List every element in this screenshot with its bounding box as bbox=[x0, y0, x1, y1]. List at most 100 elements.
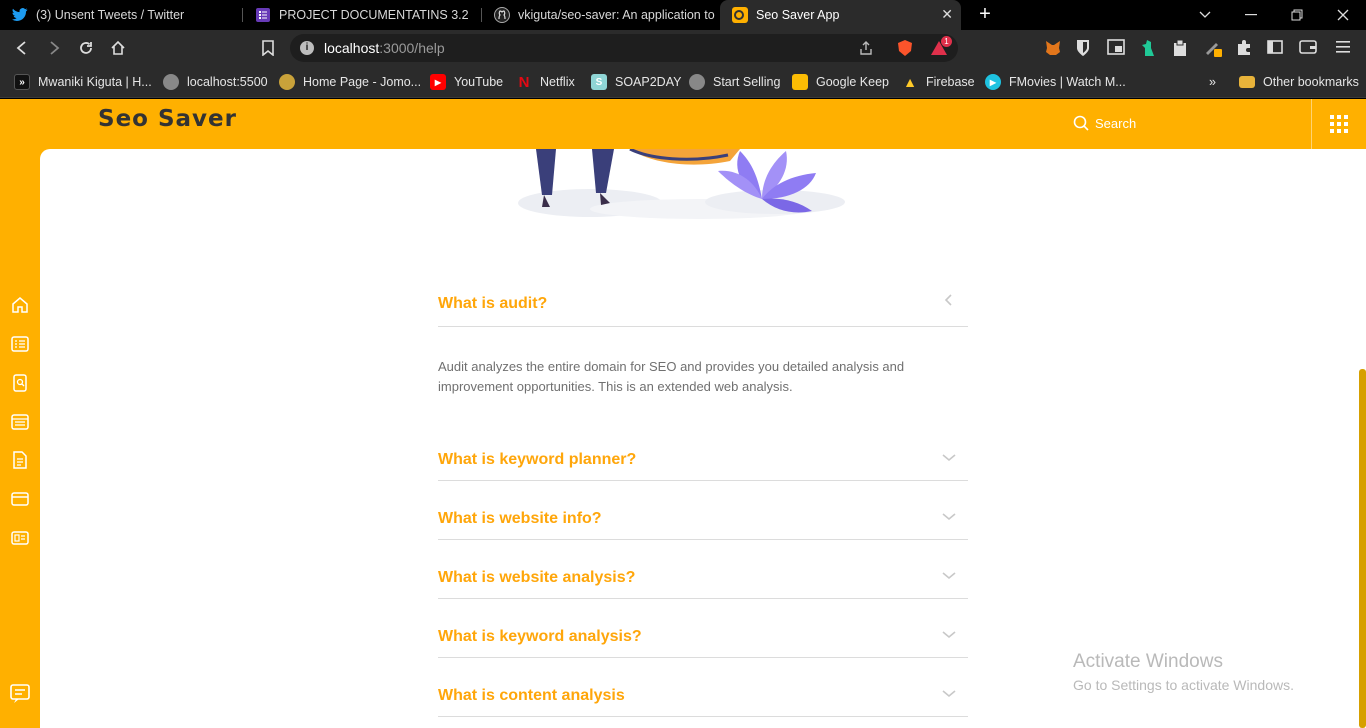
tab-title: Seo Saver App bbox=[756, 8, 840, 22]
youtube-icon: ▶ bbox=[430, 74, 446, 90]
search-label: Search bbox=[1095, 115, 1137, 131]
twitter-icon bbox=[12, 7, 28, 23]
new-tab-button[interactable]: + bbox=[975, 4, 995, 24]
bookmark-icon[interactable] bbox=[258, 38, 278, 58]
list-nav-icon[interactable] bbox=[10, 334, 30, 354]
back-icon[interactable] bbox=[12, 38, 32, 58]
reload-icon[interactable] bbox=[76, 38, 96, 58]
tab-twitter[interactable]: (3) Unsent Tweets / Twitter bbox=[0, 0, 242, 30]
bookmark-item[interactable]: N Netflix bbox=[516, 73, 575, 91]
chevron-down-icon[interactable] bbox=[942, 451, 956, 465]
faq-question[interactable]: What is website info? bbox=[438, 510, 602, 528]
faq-question[interactable]: What is content analysis bbox=[438, 687, 625, 705]
close-window-icon[interactable] bbox=[1320, 0, 1366, 30]
bookmark-item[interactable]: localhost:5500 bbox=[163, 73, 268, 91]
chat-icon[interactable] bbox=[8, 682, 32, 706]
bookmark-item[interactable]: ▲ Firebase bbox=[902, 73, 975, 91]
clipboard-icon[interactable] bbox=[1172, 39, 1190, 57]
folder-icon bbox=[1239, 76, 1255, 88]
app-page: Seo Saver Search What is audit? Audit an… bbox=[0, 99, 1366, 728]
window-extension-icon[interactable] bbox=[1107, 39, 1125, 57]
faq-question[interactable]: What is keyword analysis? bbox=[438, 628, 642, 646]
faq-item[interactable]: What is website info? bbox=[438, 500, 968, 540]
forward-icon[interactable] bbox=[44, 38, 64, 58]
search-button[interactable]: Search bbox=[1073, 115, 1136, 131]
browser-toolbar: i localhost:3000/help 1 bbox=[0, 30, 1366, 66]
bookmarks-bar: » Mwaniki Kiguta | H... localhost:5500 Ho… bbox=[0, 66, 1366, 98]
scrollbar[interactable] bbox=[1359, 369, 1366, 728]
faq-question[interactable]: What is keyword planner? bbox=[438, 451, 636, 469]
wallet-icon[interactable] bbox=[1299, 39, 1317, 57]
faq-question[interactable]: What is website analysis? bbox=[438, 569, 635, 587]
file-nav-icon[interactable] bbox=[10, 450, 30, 470]
app-logo[interactable]: Seo Saver bbox=[98, 106, 237, 132]
bookmark-item[interactable]: Google Keep bbox=[792, 73, 889, 91]
chevron-down-icon[interactable] bbox=[942, 628, 956, 642]
browser-window: (3) Unsent Tweets / Twitter PROJECT DOCU… bbox=[0, 0, 1366, 728]
faq-item[interactable]: What is keyword analysis? bbox=[438, 618, 968, 658]
bookmark-item[interactable]: » Mwaniki Kiguta | H... bbox=[14, 73, 152, 91]
faq-item[interactable]: What is website analysis? bbox=[438, 559, 968, 599]
home-nav-icon[interactable] bbox=[10, 295, 30, 315]
bookmark-item[interactable]: Start Selling bbox=[689, 73, 780, 91]
faq-item[interactable]: What is content analysis bbox=[438, 677, 968, 717]
minimize-icon[interactable] bbox=[1228, 0, 1274, 30]
url-text[interactable]: localhost:3000/help bbox=[324, 40, 445, 56]
card-nav-icon[interactable] bbox=[10, 489, 30, 509]
watermark-title: Activate Windows bbox=[1073, 651, 1223, 672]
bookmark-item[interactable]: S SOAP2DAY bbox=[591, 73, 681, 91]
brave-shields-icon[interactable] bbox=[896, 39, 914, 62]
globe-icon bbox=[163, 74, 179, 90]
more-bookmarks-button[interactable]: » bbox=[1209, 73, 1216, 91]
document-search-nav-icon[interactable] bbox=[10, 373, 30, 393]
tab-project-docs[interactable]: PROJECT DOCUMENTATINS 3.2 bbox=[243, 0, 481, 30]
firebase-icon: ▲ bbox=[903, 74, 917, 90]
help-illustration bbox=[518, 149, 845, 219]
pen-extension-icon[interactable] bbox=[1204, 39, 1222, 57]
tab-seo-saver[interactable]: Seo Saver App ✕ bbox=[720, 0, 961, 30]
chevron-left-icon[interactable] bbox=[942, 293, 956, 307]
brave-rewards-icon[interactable]: 1 bbox=[930, 36, 952, 61]
bitwarden-icon[interactable] bbox=[1075, 39, 1093, 57]
globe-icon bbox=[689, 74, 705, 90]
faq-item[interactable]: What is keyword planner? bbox=[438, 441, 968, 481]
bookmark-item[interactable]: ▶ FMovies | Watch M... bbox=[985, 73, 1126, 91]
seo-saver-icon bbox=[732, 7, 748, 23]
docs-icon bbox=[255, 7, 271, 23]
header-divider bbox=[1311, 99, 1312, 149]
other-bookmarks[interactable]: Other bookmarks bbox=[1239, 73, 1359, 91]
menu-icon[interactable] bbox=[1336, 39, 1354, 57]
chevron-down-icon[interactable] bbox=[942, 687, 956, 701]
metamask-icon[interactable] bbox=[1044, 39, 1062, 57]
fmovies-icon: ▶ bbox=[985, 74, 1001, 90]
table-nav-icon[interactable] bbox=[10, 412, 30, 432]
address-bar[interactable]: i localhost:3000/help 1 bbox=[290, 34, 958, 62]
faq-item[interactable]: What is audit? bbox=[438, 277, 968, 327]
help-content: What is audit? Audit analyzes the entire… bbox=[40, 149, 1366, 728]
profile-icon: » bbox=[14, 74, 30, 90]
sidebar-toggle-icon[interactable] bbox=[1267, 39, 1285, 57]
share-icon[interactable] bbox=[858, 40, 874, 61]
windows-activation-watermark: Activate Windows Go to Settings to activ… bbox=[1073, 651, 1294, 693]
search-icon bbox=[1073, 115, 1089, 131]
restore-icon[interactable] bbox=[1274, 0, 1320, 30]
bookmark-item[interactable]: ▶ YouTube bbox=[430, 73, 503, 91]
tab-github[interactable]: vkiguta/seo-saver: An application to st bbox=[482, 0, 718, 30]
close-icon[interactable]: ✕ bbox=[941, 6, 953, 23]
chevron-down-icon[interactable] bbox=[942, 569, 956, 583]
watermark-subtitle: Go to Settings to activate Windows. bbox=[1073, 677, 1294, 693]
article-nav-icon[interactable] bbox=[10, 528, 30, 548]
jomo-icon bbox=[279, 74, 295, 90]
keep-icon bbox=[792, 74, 808, 90]
dino-extension-icon[interactable] bbox=[1140, 39, 1158, 57]
chevron-down-icon[interactable] bbox=[1182, 0, 1228, 30]
chevron-down-icon[interactable] bbox=[942, 510, 956, 524]
apps-grid-icon[interactable] bbox=[1330, 115, 1348, 133]
site-info-icon[interactable]: i bbox=[300, 41, 314, 55]
puzzle-icon[interactable] bbox=[1236, 39, 1254, 57]
bookmark-item[interactable]: Home Page - Jomo... bbox=[279, 73, 421, 91]
home-icon[interactable] bbox=[108, 38, 128, 58]
tab-title: PROJECT DOCUMENTATINS 3.2 bbox=[279, 8, 469, 22]
app-sidebar bbox=[0, 149, 40, 728]
faq-question[interactable]: What is audit? bbox=[438, 295, 547, 313]
